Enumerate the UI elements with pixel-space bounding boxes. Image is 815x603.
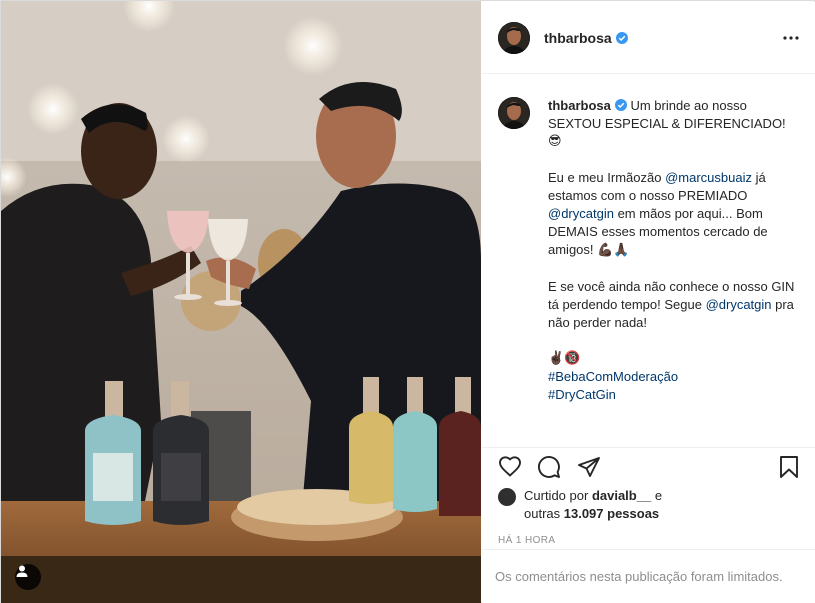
post-header: thbarbosa [482, 2, 815, 74]
comment-button[interactable] [536, 454, 562, 480]
post-side-panel: thbarbosa thbarbosa Um brinde ao nosso S… [482, 2, 815, 603]
caption-text: thbarbosa Um brinde ao nosso SEXTOU ESPE… [548, 97, 798, 404]
likes-summary: Curtido por davialb__ e outras 13.097 pe… [498, 487, 662, 523]
caption-username[interactable]: thbarbosa [548, 98, 611, 113]
post-author-username[interactable]: thbarbosa [544, 30, 612, 46]
bookmark-icon [780, 456, 798, 478]
liked-by-user-link[interactable]: davialb__ [592, 488, 651, 503]
caption-emoji-2: 💪🏿🙏🏿 [597, 243, 630, 258]
likes-prefix: Curtido por [524, 488, 589, 503]
mention-link[interactable]: @drycatgin [706, 297, 772, 312]
hashtag-link[interactable]: #BebaComModeração [548, 368, 798, 386]
photo-illustration [1, 1, 481, 603]
comments-limited-notice: Os comentários nesta publicação foram li… [482, 549, 815, 603]
mention-link[interactable]: @marcusbuaiz [665, 170, 752, 185]
save-button[interactable] [776, 454, 802, 480]
share-icon [578, 457, 600, 477]
avatar[interactable] [498, 21, 530, 54]
comment-icon [538, 456, 560, 478]
post-photo[interactable] [1, 1, 481, 603]
hashtag-link[interactable]: #DryCatGin [548, 386, 798, 404]
heart-icon [499, 456, 521, 477]
user-tag-icon[interactable] [15, 564, 41, 590]
caption-comment: thbarbosa Um brinde ao nosso SEXTOU ESPE… [498, 97, 799, 404]
likes-count-link[interactable]: 13.097 pessoas [564, 506, 659, 521]
caption-p2-part-a: Eu e meu Irmãozão [548, 170, 666, 185]
more-options-button[interactable] [781, 28, 801, 48]
caption-emoji-3: ✌🏿🔞 [548, 351, 581, 366]
avatar[interactable] [498, 97, 530, 129]
share-button[interactable] [576, 454, 602, 480]
post-modal: thbarbosa thbarbosa Um brinde ao nosso S… [0, 0, 815, 603]
more-horizontal-icon [783, 36, 799, 40]
mention-link[interactable]: @drycatgin [548, 206, 614, 221]
caption-emoji-1: 😎 [548, 134, 562, 149]
verified-badge-icon [614, 99, 627, 111]
likes-mid: e [651, 488, 663, 503]
post-timestamp[interactable]: HÁ 1 HORA [498, 535, 556, 546]
like-button[interactable] [497, 454, 523, 480]
likes-others-prefix: outras [524, 506, 564, 521]
avatar[interactable] [498, 488, 516, 506]
caption-area: thbarbosa Um brinde ao nosso SEXTOU ESPE… [482, 75, 815, 447]
verified-badge-icon [615, 31, 628, 44]
post-actions: Curtido por davialb__ e outras 13.097 pe… [482, 447, 815, 546]
